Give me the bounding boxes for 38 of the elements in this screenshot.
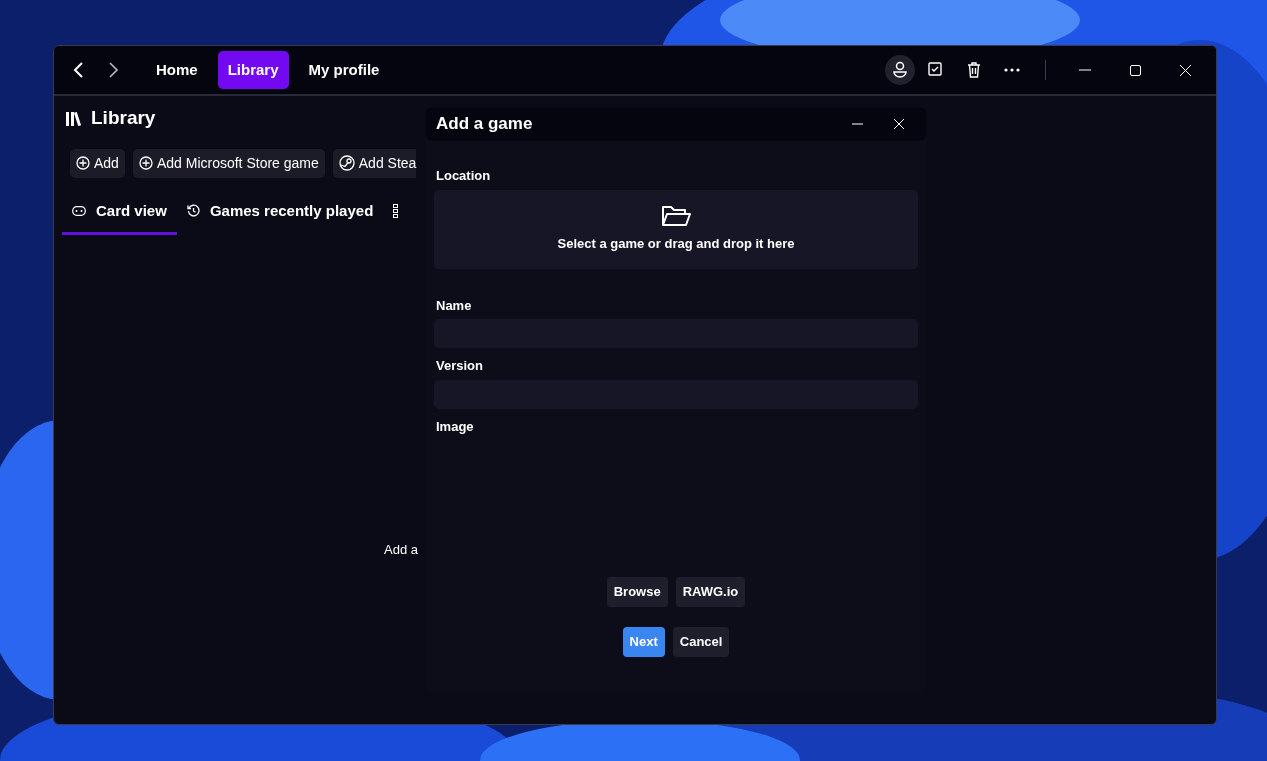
close-icon [1179, 64, 1191, 76]
close-icon [894, 119, 904, 129]
empty-message: Add a [384, 540, 418, 559]
user-button[interactable] [885, 55, 915, 85]
action-button[interactable]: Add Stea [332, 148, 417, 178]
gamepad-icon [72, 205, 86, 216]
grid-icon [393, 203, 399, 218]
chevron-left-icon [72, 62, 86, 78]
maximize-icon [1129, 64, 1141, 76]
nav-tab[interactable]: Home [146, 50, 208, 90]
dialog-button[interactable]: Next [622, 627, 665, 657]
field-label: Name [436, 296, 473, 315]
page-title: Library [91, 106, 156, 130]
dialog-title: Add a game [436, 113, 533, 136]
minimize-icon [851, 123, 863, 125]
minimize-icon [1079, 69, 1091, 71]
history-icon [186, 204, 200, 218]
nav-tab[interactable]: Library [217, 50, 289, 90]
library-icon [66, 110, 83, 126]
dialog-button[interactable]: Cancel [672, 627, 730, 657]
nav-tab[interactable]: My profile [298, 50, 390, 90]
action-button[interactable]: Add Microsoft Store game [132, 148, 325, 178]
view-tab[interactable]: Games recently played [176, 193, 384, 235]
folder-icon [661, 204, 691, 229]
field-label: Image [436, 417, 475, 436]
plus-circle-icon [76, 156, 90, 170]
view-tab[interactable]: Card view [62, 193, 177, 235]
action-button[interactable]: Add [70, 148, 125, 178]
chevron-right-icon [106, 62, 120, 78]
user-icon [892, 61, 908, 79]
plus-circle-icon [138, 156, 153, 170]
image-source-button[interactable]: RAWG.io [675, 577, 746, 607]
field-label: Location [436, 167, 492, 185]
drop-zone[interactable]: Select a game or drag and drop it here [434, 189, 918, 269]
image-source-button[interactable]: Browse [606, 577, 668, 607]
steam-icon [338, 155, 355, 171]
field-label: Version [436, 357, 484, 375]
drop-text: Select a game or drag and drop it here [557, 235, 795, 254]
